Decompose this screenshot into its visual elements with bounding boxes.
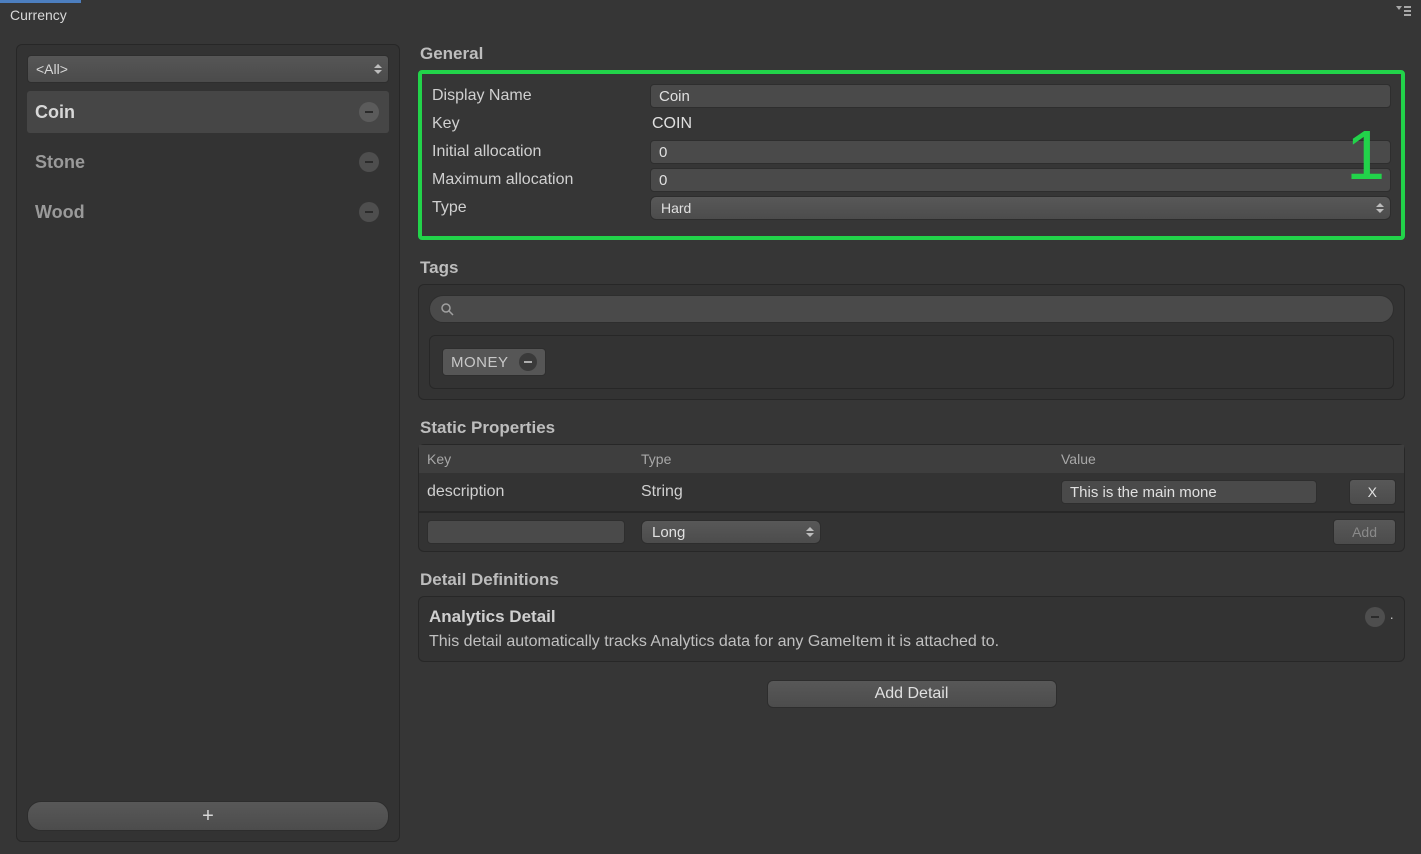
dropdown-handle-icon (374, 64, 382, 74)
tags-container: MONEY (429, 335, 1394, 389)
new-property-row: Long Add (419, 512, 1404, 551)
sidebar-item-stone[interactable]: Stone (27, 141, 389, 183)
search-icon (440, 302, 454, 316)
sidebar-item-label: Stone (31, 152, 351, 173)
label-maximum-allocation: Maximum allocation (432, 171, 650, 189)
static-properties-panel: Key Type Value description String X (418, 444, 1405, 552)
titlebar-spacer (81, 0, 1385, 24)
maximum-allocation-input[interactable] (650, 168, 1391, 192)
detail-menu-icon[interactable]: · (1389, 609, 1394, 625)
filter-dropdown[interactable]: <All> (27, 55, 389, 83)
sidebar-item-label: Wood (31, 202, 351, 223)
remove-item-button[interactable] (359, 202, 379, 222)
prop-type: String (633, 473, 1053, 512)
label-key: Key (432, 115, 650, 133)
display-name-input[interactable] (650, 84, 1391, 108)
remove-item-button[interactable] (359, 152, 379, 172)
sidebar-item-coin[interactable]: Coin (27, 91, 389, 133)
remove-detail-button[interactable] (1365, 607, 1385, 627)
window-menu-button[interactable] (1385, 0, 1421, 24)
tags-search-input[interactable] (429, 295, 1394, 323)
key-value: COIN (650, 115, 1391, 133)
add-prop-button[interactable]: Add (1333, 519, 1396, 545)
label-display-name: Display Name (432, 87, 650, 105)
type-dropdown-value: Hard (661, 200, 691, 216)
prop-key: description (419, 473, 633, 512)
tab-title: Currency (10, 7, 67, 23)
section-heading-detail-definitions: Detail Definitions (418, 570, 1405, 596)
new-prop-type-dropdown[interactable]: Long (641, 520, 821, 544)
property-row: description String X (419, 473, 1404, 512)
initial-allocation-input[interactable] (650, 140, 1391, 164)
plus-icon: + (202, 805, 214, 828)
sidebar-item-label: Coin (31, 102, 351, 123)
section-heading-static-properties: Static Properties (418, 418, 1405, 444)
col-value: Value (1053, 445, 1404, 473)
label-type: Type (432, 199, 650, 217)
tags-panel: MONEY (418, 284, 1405, 400)
label-initial-allocation: Initial allocation (432, 143, 650, 161)
remove-item-button[interactable] (359, 102, 379, 122)
tag-chip-money: MONEY (442, 348, 546, 376)
detail-title: Analytics Detail (429, 607, 1365, 627)
new-prop-key-input[interactable] (427, 520, 625, 544)
dropdown-handle-icon (806, 527, 814, 537)
new-prop-type-value: Long (652, 524, 685, 541)
section-heading-tags: Tags (418, 258, 1405, 284)
analytics-detail-panel: Analytics Detail · This detail automatic… (418, 596, 1405, 662)
sidebar-item-wood[interactable]: Wood (27, 191, 389, 233)
type-dropdown[interactable]: Hard (650, 196, 1391, 220)
dropdown-handle-icon (1376, 203, 1384, 213)
currency-list-sidebar: <All> Coin Stone (16, 44, 400, 842)
detail-description: This detail automatically tracks Analyti… (429, 633, 1394, 651)
add-detail-button[interactable]: Add Detail (767, 680, 1057, 708)
prop-value-input[interactable] (1061, 480, 1317, 504)
section-heading-general: General (418, 44, 1405, 70)
remove-tag-button[interactable] (519, 353, 537, 371)
tag-label: MONEY (451, 354, 509, 371)
window-tab-currency[interactable]: Currency (0, 0, 81, 24)
remove-prop-button[interactable]: X (1349, 479, 1396, 505)
general-section-highlight: 1 Display Name Key COIN Initial allocati… (418, 70, 1405, 240)
col-key: Key (419, 445, 633, 473)
col-type: Type (633, 445, 1053, 473)
add-currency-button[interactable]: + (27, 801, 389, 831)
filter-label: <All> (36, 61, 68, 77)
